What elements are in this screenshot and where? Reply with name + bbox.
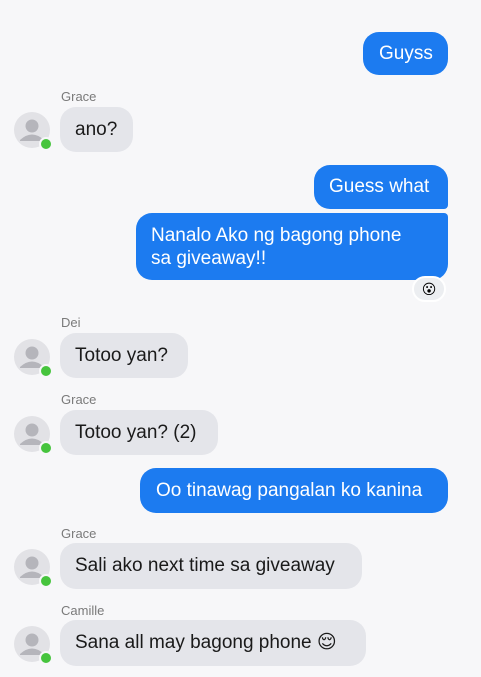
avatar[interactable]	[14, 112, 53, 151]
incoming-message-bubble[interactable]: ano?	[60, 107, 133, 152]
avatar[interactable]	[14, 339, 53, 378]
message-text-line: Nanalo Ako ng bagong phone	[151, 225, 402, 246]
message-text: Guyss	[379, 43, 433, 64]
outgoing-message-bubble[interactable]: Oo tinawag pangalan ko kanina	[140, 468, 448, 513]
message-text: Sana all may bagong phone 😌	[75, 632, 337, 653]
outgoing-message-bubble[interactable]: Nanalo Ako ng bagong phone sa giveaway!!	[136, 213, 448, 280]
message-text-line: sa giveaway!!	[151, 248, 267, 269]
outgoing-message-bubble[interactable]: Guyss	[363, 32, 448, 75]
message-text: Totoo yan?	[75, 345, 168, 366]
online-status-dot	[39, 574, 53, 588]
message-text: Sali ako next time sa giveaway	[75, 555, 335, 576]
sender-name: Grace	[61, 89, 97, 104]
online-status-dot	[39, 441, 53, 455]
online-status-dot	[39, 651, 53, 665]
outgoing-message-bubble[interactable]: Guess what	[314, 165, 448, 209]
online-status-dot	[39, 364, 53, 378]
avatar[interactable]	[14, 626, 53, 665]
astonished-face-icon: 😮	[421, 281, 437, 297]
message-text: ano?	[75, 119, 118, 140]
incoming-message-bubble[interactable]: Sana all may bagong phone 😌	[60, 620, 366, 666]
sender-name: Dei	[61, 315, 81, 330]
reaction-badge[interactable]: 😮	[412, 276, 446, 302]
sender-name: Grace	[61, 392, 97, 407]
incoming-message-bubble[interactable]: Totoo yan?	[60, 333, 188, 378]
sender-name: Grace	[61, 526, 97, 541]
incoming-message-bubble[interactable]: Totoo yan? (2)	[60, 410, 218, 455]
message-text: Guess what	[329, 176, 430, 197]
avatar[interactable]	[14, 416, 53, 455]
sender-name: Camille	[61, 603, 105, 618]
message-text: Totoo yan? (2)	[75, 422, 197, 443]
online-status-dot	[39, 137, 53, 151]
incoming-message-bubble[interactable]: Sali ako next time sa giveaway	[60, 543, 362, 589]
avatar[interactable]	[14, 549, 53, 588]
message-text: Oo tinawag pangalan ko kanina	[156, 480, 423, 501]
